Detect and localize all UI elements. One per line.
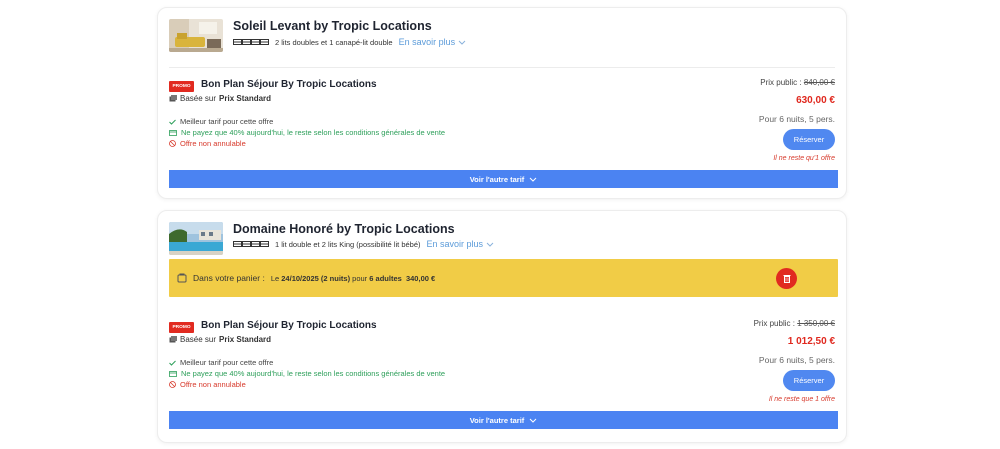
offer-price: 1 012,50 € [787,336,835,347]
cart-label: Dans votre panier : [193,273,265,283]
feature-best-rate: Meilleur tarif pour cette offre [169,358,273,367]
public-price: Prix public : 840,00 € [759,78,835,87]
other-rate-button[interactable]: Voir l'autre tarif [169,411,838,429]
offer-price: 630,00 € [796,95,835,106]
property-thumbnail[interactable] [169,19,223,52]
promo-badge: PROMO [169,322,194,333]
beds-label: 2 lits doubles et 1 canapé-lit double [275,37,393,47]
availability-note: Il ne reste que 1 offre [768,396,835,403]
check-icon [169,360,176,366]
reserve-button[interactable]: Réserver [783,370,835,391]
other-rate-label: Voir l'autre tarif [469,174,525,184]
rate-basis-prefix: Basée sur [180,335,217,344]
bed-icon [233,240,269,248]
public-price-value: 840,00 € [803,78,835,87]
rate-basis-name: Prix Standard [219,335,272,344]
promo-badge: PROMO [169,81,194,92]
more-info-link[interactable]: En savoir plus [399,37,467,47]
property-thumbnail[interactable] [169,222,223,255]
more-info-link[interactable]: En savoir plus [427,239,495,249]
ban-icon [169,381,176,388]
remove-from-cart-button[interactable] [776,268,797,289]
cart-details: Le 24/10/2025 (2 nuits) pour 6 adultes 3… [271,274,435,283]
cart-nights: (2 nuits) [320,273,351,283]
property-card-soleil-levant: Soleil Levant by Tropic Locations 2 lits… [157,7,847,199]
card-icon [169,370,177,377]
other-rate-button[interactable]: Voir l'autre tarif [169,170,838,188]
more-info-label: En savoir plus [398,37,456,47]
beds-info: 2 lits doubles et 1 canapé-lit double En… [233,37,466,47]
check-icon [169,119,176,125]
tag-icon [169,336,177,343]
rate-basis-name: Prix Standard [219,94,272,103]
ban-icon [169,140,176,147]
feature-label: Offre non annulable [180,139,246,148]
cart-icon [177,273,187,283]
feature-label: Ne payez que 40% aujourd'hui, le reste s… [181,128,446,137]
feature-deposit: Ne payez que 40% aujourd'hui, le reste s… [169,128,445,137]
feature-label: Meilleur tarif pour cette offre [180,358,274,367]
public-price-label: Prix public : [753,319,795,328]
rate-basis: Basée sur Prix Standard [169,335,271,344]
rate-basis: Basée sur Prix Standard [169,94,271,103]
beds-label: 1 lit double et 2 lits King (possibilité… [275,239,421,249]
feature-best-rate: Meilleur tarif pour cette offre [169,117,273,126]
public-price: Prix public : 1 350,00 € [754,319,835,328]
public-price-label: Prix public : [760,78,802,87]
divider [169,67,835,68]
cart-for-label: pour [352,273,368,283]
chevron-down-icon [458,40,466,45]
stay-summary: Pour 6 nuits, 5 pers. [758,114,835,124]
bed-icon [233,38,269,46]
cart-date: 24/10/2025 [281,273,319,283]
card-icon [169,129,177,136]
public-price-value: 1 350,00 € [797,319,835,328]
beds-info: 1 lit double et 2 lits King (possibilité… [233,239,494,249]
price-column: Prix public : 1 350,00 € 1 012,50 € Pour… [754,319,835,403]
offer-title: Bon Plan Séjour By Tropic Locations [201,79,377,90]
feature-non-refundable: Offre non annulable [169,139,246,148]
trash-icon [783,275,790,283]
feature-deposit: Ne payez que 40% aujourd'hui, le reste s… [169,369,445,378]
more-info-label: En savoir plus [426,239,484,249]
chevron-down-icon [529,418,537,423]
reserve-button[interactable]: Réserver [783,129,835,150]
rate-basis-prefix: Basée sur [180,94,217,103]
availability-note: Il ne reste qu'1 offre [773,155,835,162]
cart-summary: Dans votre panier : Le 24/10/2025 (2 nui… [169,259,838,297]
other-rate-label: Voir l'autre tarif [469,415,525,425]
stay-summary: Pour 6 nuits, 5 pers. [758,355,835,365]
property-title[interactable]: Domaine Honoré by Tropic Locations [233,222,455,236]
chevron-down-icon [529,177,537,182]
cart-guests: 6 adultes [369,273,402,283]
offer-title: Bon Plan Séjour By Tropic Locations [201,320,377,331]
feature-label: Meilleur tarif pour cette offre [180,117,274,126]
feature-non-refundable: Offre non annulable [169,380,246,389]
cart-amount: 340,00 € [405,273,436,283]
price-column: Prix public : 840,00 € 630,00 € Pour 6 n… [759,78,835,162]
feature-label: Ne payez que 40% aujourd'hui, le reste s… [181,369,446,378]
tag-icon [169,95,177,102]
property-title[interactable]: Soleil Levant by Tropic Locations [233,19,432,33]
cart-date-prefix: Le [270,273,280,283]
property-card-domaine-honore: Domaine Honoré by Tropic Locations 1 lit… [157,210,847,443]
feature-label: Offre non annulable [180,380,246,389]
chevron-down-icon [486,242,494,247]
